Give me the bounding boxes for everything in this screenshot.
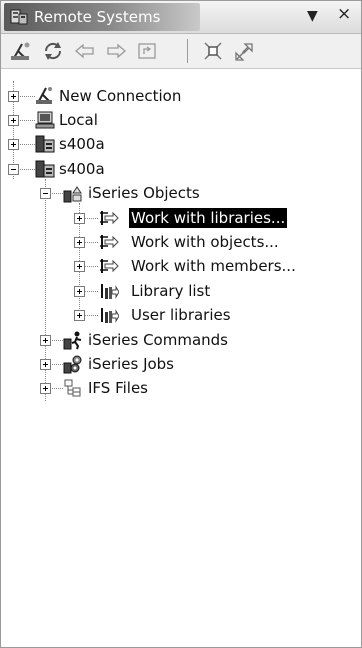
tree-connector [84,242,98,243]
tree-connector [50,340,63,341]
remote-systems-icon [10,9,28,25]
expand-toggle[interactable] [8,139,19,150]
tree-item-label: s400a [59,160,105,178]
back-arrow-icon[interactable] [73,39,97,63]
iseries-jobs-icon [63,355,82,374]
tree-connector [50,364,63,365]
tree-connector [84,315,98,316]
tree-item-label: New Connection [59,87,182,105]
tree-connector [50,388,63,389]
tree-item-label: Library list [131,282,211,300]
expand-toggle[interactable] [74,213,85,224]
user-libraries-icon [101,308,119,323]
close-button[interactable]: × [337,5,351,23]
view-menu-button[interactable]: ▼ [307,7,318,25]
new-connection-icon [36,87,52,104]
expand-toggle[interactable] [74,286,85,297]
library-list-icon [101,284,119,299]
expand-toggle[interactable] [40,335,51,346]
tree-connector [84,291,98,292]
tree-connector [18,169,35,170]
filter-icon [100,235,119,249]
toolbar-separator [187,39,188,63]
forward-arrow-icon[interactable] [104,39,128,63]
tree-item-label: Work with members... [131,257,296,275]
expand-toggle[interactable] [74,310,85,321]
tree-item-label: iSeries Objects [88,184,200,202]
filter-icon [100,259,119,273]
iseries-objects-icon [63,186,82,203]
tree-item-label: Work with objects... [131,233,279,251]
iseries-system-icon [35,160,55,178]
tree-item-label: User libraries [131,306,231,324]
link-with-editor-icon[interactable] [233,39,257,63]
ifs-files-icon [64,379,81,397]
expand-toggle[interactable] [40,359,51,370]
tree-connector [18,96,35,97]
refresh-icon[interactable] [41,39,65,63]
tree-connector [84,266,98,267]
expand-toggle[interactable] [40,383,51,394]
local-computer-icon [35,111,55,129]
tree-connector [18,144,35,145]
tree-item-label: Work with libraries... [129,208,288,228]
home-icon[interactable] [135,39,159,63]
expand-toggle[interactable] [8,91,19,102]
collapse-toggle[interactable] [8,164,19,175]
collapse-all-icon[interactable] [201,39,225,63]
tree-connector [84,218,98,219]
iseries-commands-icon [63,331,82,350]
remote-systems-view: Remote Systems ▼ × New Connection Local … [0,0,362,648]
expand-toggle[interactable] [8,115,19,126]
tree-item-label: IFS Files [88,379,148,397]
tree-item-label: s400a [59,135,105,153]
filter-icon [100,211,119,225]
tree-item-label: iSeries Commands [88,331,228,349]
view-title-bar: Remote Systems ▼ × [1,1,361,34]
view-tab[interactable]: Remote Systems [4,3,200,31]
view-toolbar [1,34,361,69]
collapse-toggle[interactable] [40,188,51,199]
tree-item-label: Local [59,111,98,129]
tree-connector [18,120,35,121]
new-connection-icon[interactable] [9,39,33,63]
iseries-system-icon [35,135,55,153]
tree-item-label: iSeries Jobs [88,355,175,373]
view-title: Remote Systems [34,8,161,26]
expand-toggle[interactable] [74,237,85,248]
remote-systems-tree: New Connection Local s400a s400a iSeries… [1,69,361,647]
expand-toggle[interactable] [74,261,85,272]
